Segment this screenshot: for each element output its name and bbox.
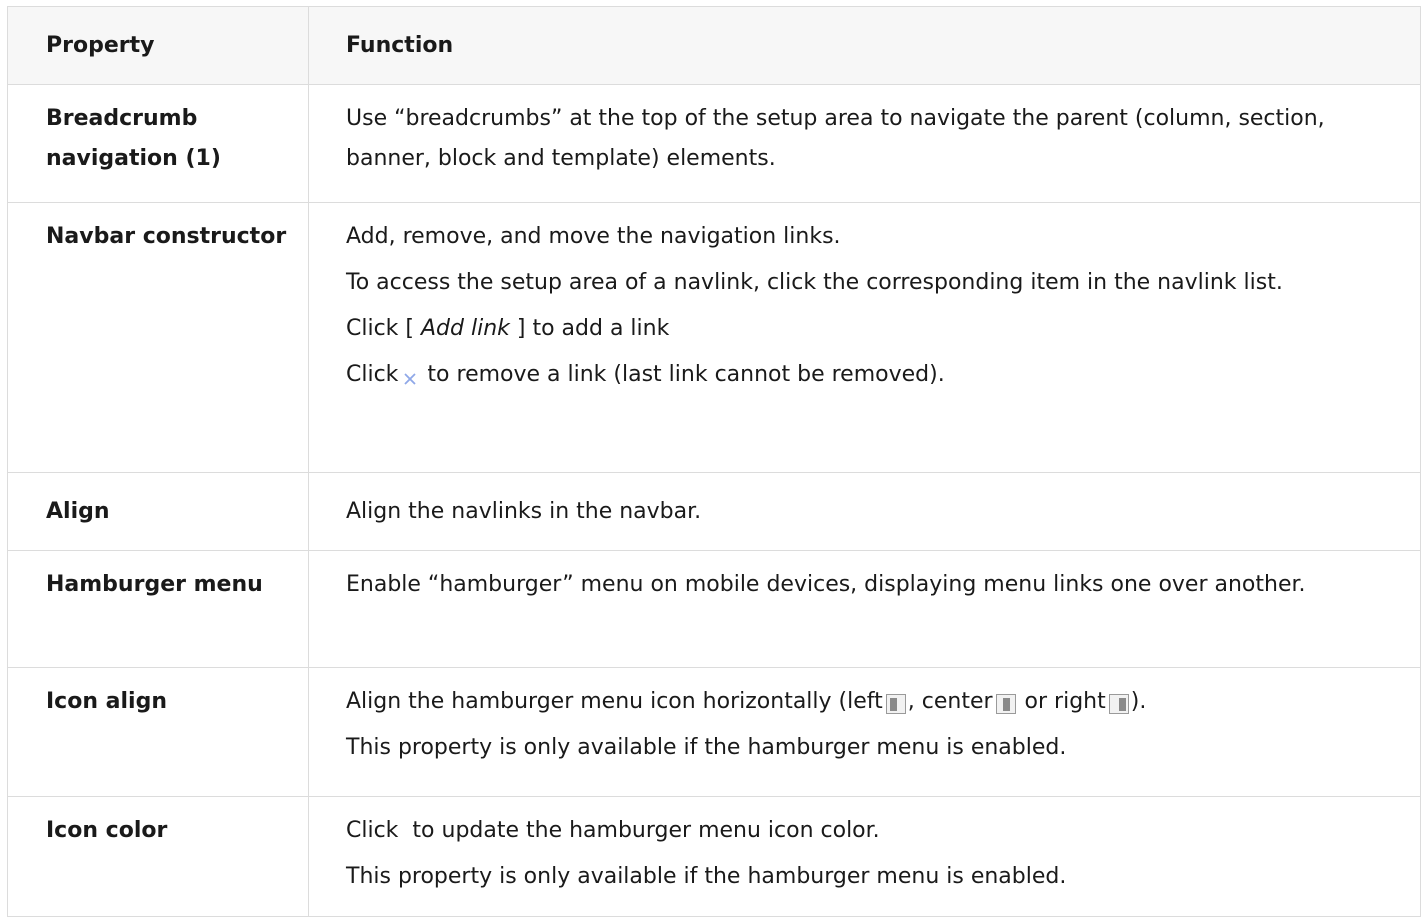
function-text: Align the navlinks in the navbar. xyxy=(346,499,702,524)
function-text: Align the hamburger menu icon horizontal… xyxy=(346,682,1390,722)
function-cell: Use “breadcrumbs” at the top of the setu… xyxy=(308,84,1421,203)
text-fragment: , center xyxy=(907,689,993,714)
table-row-hamburger: Hamburger menu Enable “hamburger” menu o… xyxy=(7,550,1421,668)
property-cell: Breadcrumb navigation (1) xyxy=(7,84,309,203)
table-row-icon-align: Icon align Align the hamburger menu icon… xyxy=(7,667,1421,797)
function-cell: Enable “hamburger” menu on mobile device… xyxy=(308,550,1421,668)
text-fragment: Click xyxy=(346,362,399,387)
property-cell: Align xyxy=(7,472,309,551)
function-text: Enable “hamburger” menu on mobile device… xyxy=(346,572,1306,597)
text-fragment: ). xyxy=(1130,689,1147,714)
function-text: Add, remove, and move the navigation lin… xyxy=(346,224,841,249)
table-row-align: Align Align the navlinks in the navbar. xyxy=(7,472,1421,551)
close-x-icon xyxy=(402,360,418,385)
add-link-label: Add link xyxy=(421,316,510,341)
header-function: Function xyxy=(308,6,1421,85)
header-property: Property xyxy=(7,6,309,85)
properties-table: Property Function Breadcrumb navigation … xyxy=(7,6,1421,917)
property-cell: Icon color xyxy=(7,796,309,917)
text-fragment: ] to add a link xyxy=(509,316,670,341)
text-fragment: to remove a link (last link cannot be re… xyxy=(427,362,945,387)
table-row-icon-color: Icon color Click to update the hamburger… xyxy=(7,796,1421,917)
property-cell: Icon align xyxy=(7,667,309,797)
text-fragment: Click xyxy=(346,818,399,843)
text-fragment: Align the hamburger menu icon horizontal… xyxy=(346,689,883,714)
align-left-icon xyxy=(885,694,906,714)
function-text: This property is only available if the h… xyxy=(346,735,1067,760)
function-cell: Click to update the hamburger menu icon … xyxy=(308,796,1421,917)
function-text: Click to update the hamburger menu icon … xyxy=(346,811,1390,851)
property-cell: Hamburger menu xyxy=(7,550,309,668)
function-text: Click [ Add link ] to add a link xyxy=(346,309,1390,349)
align-right-icon xyxy=(1108,694,1129,714)
align-center-icon xyxy=(995,694,1016,714)
table-header-row: Property Function xyxy=(7,6,1421,85)
function-text: This property is only available if the h… xyxy=(346,864,1067,889)
table-row-navbar: Navbar constructor Add, remove, and move… xyxy=(7,202,1421,473)
text-fragment: Click [ xyxy=(346,316,421,341)
function-text: To access the setup area of a navlink, c… xyxy=(346,270,1283,295)
function-text: Use “breadcrumbs” at the top of the setu… xyxy=(346,106,1325,171)
text-fragment: to update the hamburger menu icon color. xyxy=(412,818,880,843)
function-cell: Add, remove, and move the navigation lin… xyxy=(308,202,1421,473)
function-cell: Align the hamburger menu icon horizontal… xyxy=(308,667,1421,797)
text-fragment: or right xyxy=(1024,689,1106,714)
function-text: Click to remove a link (last link cannot… xyxy=(346,355,1390,395)
function-cell: Align the navlinks in the navbar. xyxy=(308,472,1421,551)
property-cell: Navbar constructor xyxy=(7,202,309,473)
table-row-breadcrumb: Breadcrumb navigation (1) Use “breadcrum… xyxy=(7,84,1421,203)
